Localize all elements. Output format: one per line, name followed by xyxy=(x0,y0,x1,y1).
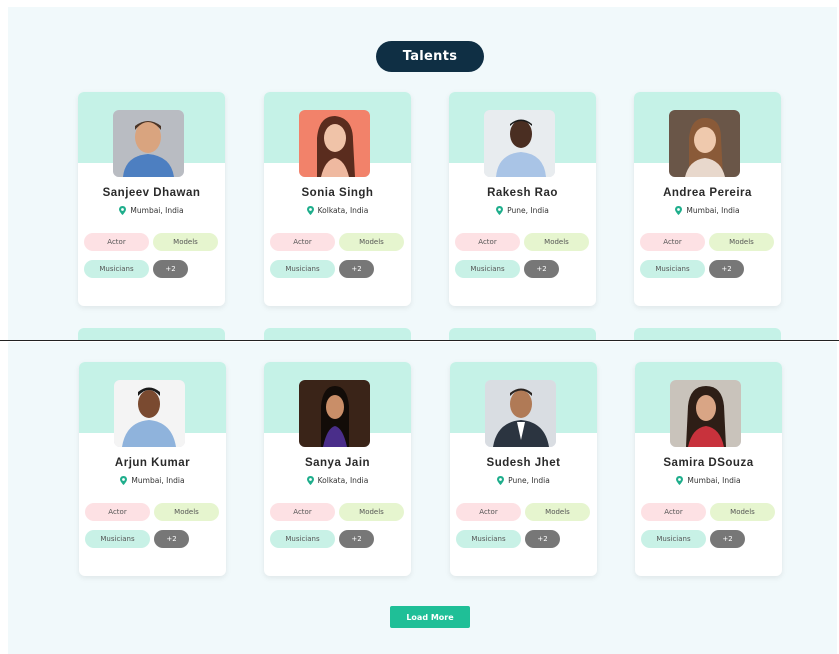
section-title: Talents xyxy=(376,41,484,72)
location-pin-icon xyxy=(119,206,127,215)
tag-actor[interactable]: Actor xyxy=(641,503,706,521)
tag-musicians[interactable]: Musicians xyxy=(85,530,150,548)
location-pin-icon xyxy=(675,206,683,215)
talent-name: Rakesh Rao xyxy=(487,187,558,199)
location-text: Mumbai, India xyxy=(686,206,740,215)
tag-models[interactable]: Models xyxy=(525,503,590,521)
talent-card[interactable]: Sudesh Jhet Pune, India Actor Models Mus… xyxy=(450,362,597,576)
tag-actor[interactable]: Actor xyxy=(85,503,150,521)
location-text: Kolkata, India xyxy=(317,476,369,485)
talent-name: Sanya Jain xyxy=(304,457,371,469)
avatar xyxy=(484,110,555,177)
tag-actor[interactable]: Actor xyxy=(456,503,521,521)
location-pin-icon xyxy=(120,476,128,485)
tag-more[interactable]: +2 xyxy=(153,260,188,278)
talent-name: Sudesh Jhet xyxy=(486,457,561,469)
talent-location: Mumbai, India xyxy=(634,206,781,215)
tag-actor[interactable]: Actor xyxy=(84,233,149,251)
talent-location: Kolkata, India xyxy=(264,476,411,485)
avatar xyxy=(485,380,556,447)
talent-location: Mumbai, India xyxy=(79,476,226,485)
location-pin-icon xyxy=(496,206,504,215)
card-stub xyxy=(78,328,225,340)
talent-location: Pune, India xyxy=(449,206,596,215)
tag-more[interactable]: +2 xyxy=(339,260,374,278)
avatar xyxy=(299,110,370,177)
screenshot-divider xyxy=(0,340,839,341)
card-stub xyxy=(634,328,781,340)
tag-more[interactable]: +2 xyxy=(524,260,559,278)
talent-card[interactable]: Rakesh Rao Pune, India Actor Models Musi… xyxy=(449,92,596,306)
location-pin-icon xyxy=(306,206,314,215)
tag-musicians[interactable]: Musicians xyxy=(270,530,335,548)
talent-location: Kolkata, India xyxy=(264,206,411,215)
location-text: Mumbai, India xyxy=(131,476,185,485)
avatar xyxy=(299,380,370,447)
location-pin-icon xyxy=(306,476,314,485)
tag-more[interactable]: +2 xyxy=(525,530,560,548)
tag-musicians[interactable]: Musicians xyxy=(455,260,520,278)
load-more-button[interactable]: Load More xyxy=(390,606,470,628)
avatar xyxy=(669,110,740,177)
tag-musicians[interactable]: Musicians xyxy=(270,260,335,278)
talent-name: Sanjeev Dhawan xyxy=(102,187,201,199)
tag-more[interactable]: +2 xyxy=(154,530,189,548)
talent-card[interactable]: Sanjeev Dhawan Mumbai, India Actor Model… xyxy=(78,92,225,306)
talent-card[interactable]: Sonia Singh Kolkata, India Actor Models … xyxy=(264,92,411,306)
tag-more[interactable]: +2 xyxy=(709,260,744,278)
location-pin-icon xyxy=(497,476,505,485)
tag-actor[interactable]: Actor xyxy=(455,233,520,251)
card-stub xyxy=(264,328,411,340)
talent-location: Pune, India xyxy=(450,476,597,485)
tag-musicians[interactable]: Musicians xyxy=(84,260,149,278)
tag-actor[interactable]: Actor xyxy=(270,233,335,251)
talent-name: Andrea Pereira xyxy=(663,187,752,199)
avatar xyxy=(114,380,185,447)
location-text: Pune, India xyxy=(507,206,549,215)
talent-name: Arjun Kumar xyxy=(114,457,191,469)
location-text: Kolkata, India xyxy=(317,206,369,215)
talent-card[interactable]: Arjun Kumar Mumbai, India Actor Models M… xyxy=(79,362,226,576)
location-text: Mumbai, India xyxy=(687,476,741,485)
talent-name: Samira DSouza xyxy=(663,457,754,469)
tag-actor[interactable]: Actor xyxy=(640,233,705,251)
talent-name: Sonia Singh xyxy=(301,187,374,199)
talent-location: Mumbai, India xyxy=(78,206,225,215)
tag-models[interactable]: Models xyxy=(524,233,589,251)
tag-musicians[interactable]: Musicians xyxy=(641,530,706,548)
location-text: Pune, India xyxy=(508,476,550,485)
talent-card[interactable]: Andrea Pereira Mumbai, India Actor Model… xyxy=(634,92,781,306)
talent-card[interactable]: Samira DSouza Mumbai, India Actor Models… xyxy=(635,362,782,576)
tag-more[interactable]: +2 xyxy=(339,530,374,548)
card-stub xyxy=(449,328,596,340)
tag-actor[interactable]: Actor xyxy=(270,503,335,521)
tag-models[interactable]: Models xyxy=(339,233,404,251)
location-pin-icon xyxy=(676,476,684,485)
tag-models[interactable]: Models xyxy=(153,233,218,251)
avatar xyxy=(670,380,741,447)
tag-musicians[interactable]: Musicians xyxy=(640,260,705,278)
tag-more[interactable]: +2 xyxy=(710,530,745,548)
tag-models[interactable]: Models xyxy=(339,503,404,521)
avatar xyxy=(113,110,184,177)
talent-card[interactable]: Sanya Jain Kolkata, India Actor Models M… xyxy=(264,362,411,576)
talent-location: Mumbai, India xyxy=(635,476,782,485)
location-text: Mumbai, India xyxy=(130,206,184,215)
tag-models[interactable]: Models xyxy=(709,233,774,251)
tag-musicians[interactable]: Musicians xyxy=(456,530,521,548)
tag-models[interactable]: Models xyxy=(710,503,775,521)
tag-models[interactable]: Models xyxy=(154,503,219,521)
